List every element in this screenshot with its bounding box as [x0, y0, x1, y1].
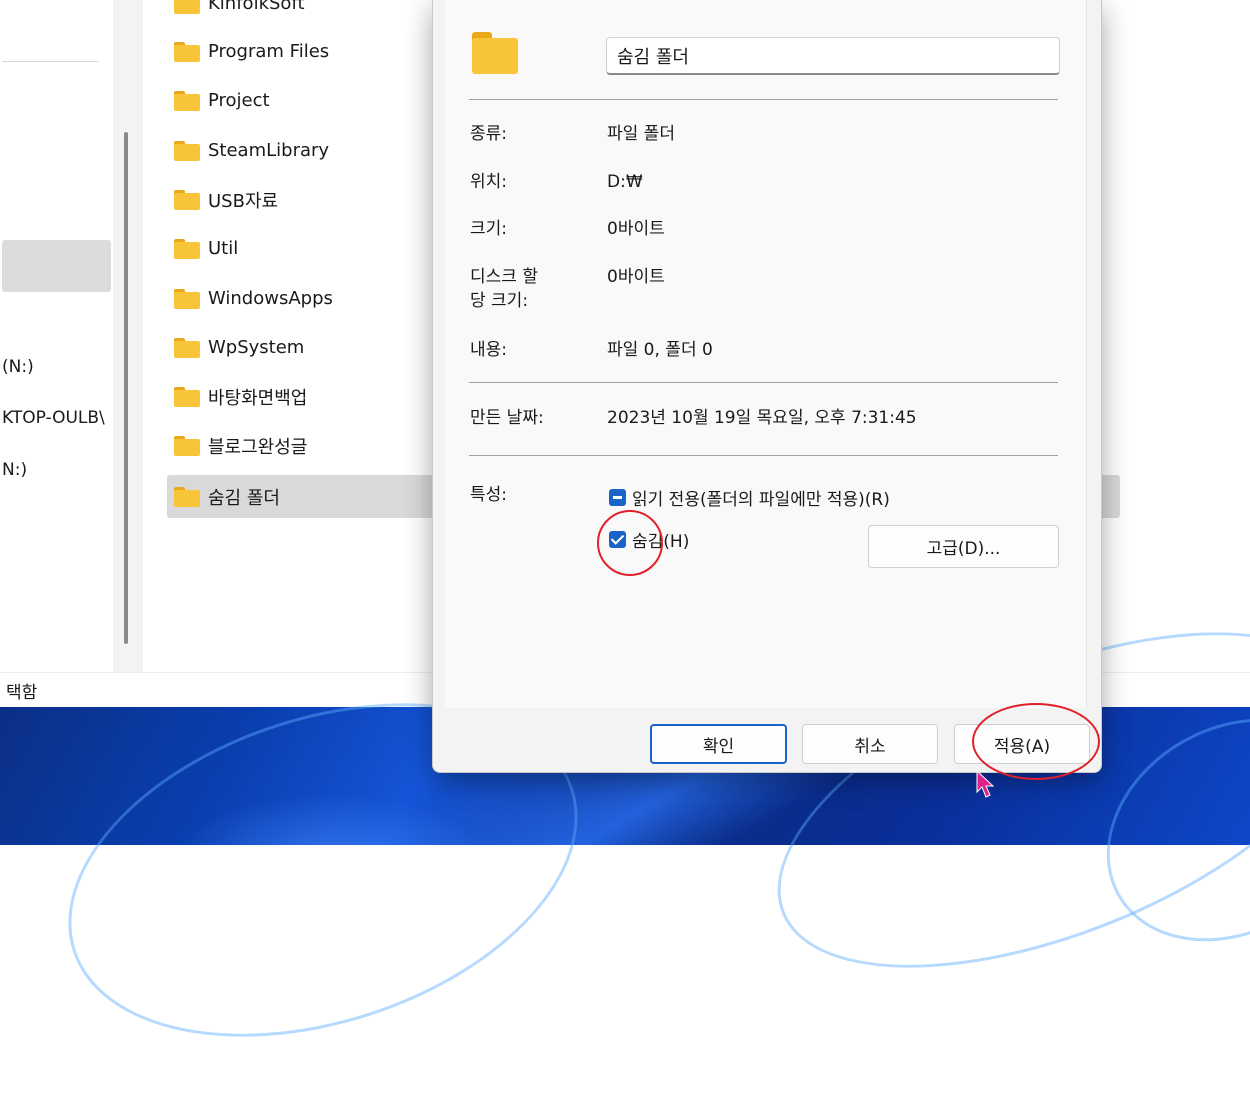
cancel-button[interactable]: 취소: [802, 724, 938, 764]
nav-item-network-drive[interactable]: N:): [2, 460, 27, 480]
file-name: Util: [208, 238, 239, 259]
nav-item-drive-n[interactable]: (N:): [2, 357, 34, 377]
folder-icon: [174, 386, 200, 407]
readonly-label[interactable]: 읽기 전용(폴더의 파일에만 적용)(R): [632, 485, 890, 510]
properties-dialog: [432, 0, 1102, 773]
file-name: 바탕화면백업: [208, 387, 308, 409]
file-name: Program Files: [208, 41, 330, 62]
nav-divider: [2, 61, 99, 62]
general-tab-panel: [445, 0, 1087, 708]
folder-name-input[interactable]: [606, 37, 1060, 75]
contents-value: 파일 0, 폴더 0: [607, 340, 713, 360]
folder-icon: [174, 0, 200, 14]
file-name: SteamLibrary: [208, 140, 330, 161]
created-value: 2023년 10월 19일 목요일, 오후 7:31:45: [607, 408, 917, 428]
navigation-pane: (N:) KTOP-OULB\ N:): [0, 0, 113, 672]
folder-icon: [174, 41, 200, 62]
type-label: 종류:: [470, 124, 508, 144]
hidden-label[interactable]: 숨김(H): [632, 527, 689, 552]
file-name: WpSystem: [208, 337, 305, 358]
disk-size-value: 0바이트: [607, 267, 665, 287]
file-name: WindowsApps: [208, 288, 333, 309]
contents-label: 내용:: [470, 340, 508, 360]
location-label: 위치:: [470, 172, 508, 192]
nav-item-network-pc[interactable]: KTOP-OULB\: [2, 408, 105, 428]
folder-icon: [174, 435, 200, 456]
file-name: 숨김 폴더: [208, 487, 280, 509]
status-text: 택함: [6, 683, 38, 703]
folder-icon: [174, 238, 200, 259]
divider: [469, 382, 1058, 383]
divider: [469, 99, 1058, 100]
folder-icon: [174, 90, 200, 111]
file-name: Project: [208, 90, 270, 111]
folder-icon: [174, 189, 200, 210]
apply-button[interactable]: 적용(A): [954, 724, 1090, 764]
divider: [469, 455, 1058, 456]
hidden-checkbox[interactable]: [609, 531, 626, 548]
size-value: 0바이트: [607, 219, 665, 239]
folder-large-icon: [472, 32, 518, 74]
advanced-button[interactable]: 고급(D)...: [868, 525, 1059, 568]
nav-scrollbar-track[interactable]: [113, 0, 143, 672]
nav-selected-item[interactable]: [2, 240, 111, 292]
disk-size-label: 디스크 할 당 크기:: [470, 267, 538, 311]
readonly-checkbox[interactable]: [609, 489, 626, 506]
folder-icon: [174, 486, 200, 507]
location-value: D:₩: [607, 172, 643, 192]
ok-button[interactable]: 확인: [650, 724, 787, 764]
file-name: USB자료: [208, 190, 279, 212]
created-label: 만든 날짜:: [470, 408, 544, 428]
folder-icon: [174, 140, 200, 161]
mouse-cursor-icon: [976, 770, 995, 798]
attributes-label: 특성:: [470, 485, 508, 505]
size-label: 크기:: [470, 219, 508, 239]
nav-scrollbar-thumb[interactable]: [124, 132, 128, 644]
file-name: 블로그완성글: [208, 436, 308, 458]
folder-icon: [174, 288, 200, 309]
file-name: KinfolkSoft: [208, 0, 305, 14]
folder-icon: [174, 337, 200, 358]
type-value: 파일 폴더: [607, 124, 675, 144]
